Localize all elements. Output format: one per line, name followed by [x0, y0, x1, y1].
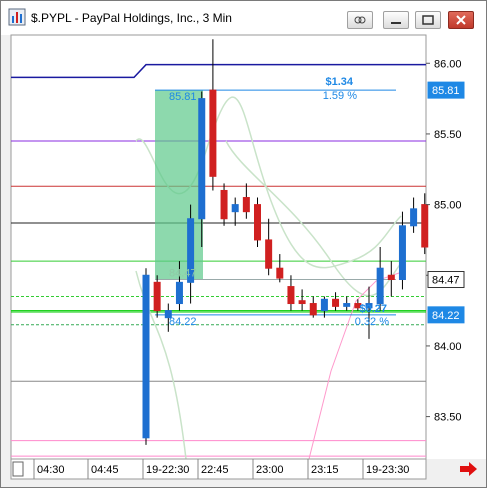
- annotation-high-value: 85.81: [169, 91, 197, 103]
- price-chart[interactable]: $1.34 1.59 % 85.81 84.47 $0.270.32 % 84.22 83.…: [1, 1, 486, 487]
- candle-up[interactable]: [410, 208, 418, 227]
- candle-up[interactable]: [398, 225, 406, 281]
- candle-down[interactable]: [276, 267, 284, 279]
- candle-down[interactable]: [309, 303, 317, 316]
- chart-window: $.PYPL - PayPal Holdings, Inc., 3 Min $1…: [0, 0, 487, 488]
- candle-up[interactable]: [376, 267, 384, 305]
- y-tick-label: 85.00: [434, 200, 462, 212]
- candle-up[interactable]: [142, 274, 150, 439]
- x-tick-label: 23:15: [311, 464, 339, 476]
- candle-up[interactable]: [231, 204, 239, 213]
- annotation-change-percent: 1.59 %: [323, 90, 357, 102]
- plot-area[interactable]: [10, 34, 427, 460]
- y-tick-label: 83.50: [434, 412, 462, 424]
- price-badge-label: 85.81: [432, 85, 460, 97]
- annotation-change-amount-2: $0.27: [359, 303, 387, 315]
- candle-up[interactable]: [175, 281, 183, 305]
- candle-up[interactable]: [320, 298, 328, 312]
- candle-down[interactable]: [209, 89, 217, 177]
- x-tick-label: 19-22:30: [146, 464, 189, 476]
- candle-down[interactable]: [387, 274, 395, 281]
- candle-up[interactable]: [343, 303, 351, 307]
- candle-up[interactable]: [198, 98, 206, 220]
- candle-down[interactable]: [242, 197, 250, 213]
- y-tick-label: 86.00: [434, 58, 462, 70]
- x-tick-label: 23:00: [256, 464, 284, 476]
- x-tick-label: 22:45: [201, 464, 229, 476]
- annotation-change-percent-2: 0.32 %: [355, 316, 389, 328]
- candle-down[interactable]: [298, 300, 306, 305]
- candle-down[interactable]: [287, 286, 295, 305]
- annotation-open-value: 84.47: [169, 268, 197, 280]
- scroll-right-arrow-icon[interactable]: [460, 462, 477, 476]
- candle-down[interactable]: [265, 239, 273, 269]
- y-tick-label: 85.50: [434, 129, 462, 141]
- x-tick-label: 19-23:30: [366, 464, 409, 476]
- candle-down[interactable]: [254, 204, 261, 241]
- measure-box: [155, 90, 203, 280]
- x-tick-label: 04:30: [37, 464, 65, 476]
- candle-down[interactable]: [421, 204, 429, 248]
- candle-down[interactable]: [332, 298, 340, 307]
- price-badge-label: 84.22: [432, 310, 460, 322]
- scroll-box[interactable]: [12, 461, 24, 477]
- y-tick-label: 84.00: [434, 341, 462, 353]
- candle-down[interactable]: [153, 281, 161, 312]
- candle-down[interactable]: [220, 189, 228, 220]
- annotation-low-value: 84.22: [169, 316, 197, 328]
- annotation-change-amount: $1.34: [325, 76, 353, 88]
- x-tick-label: 04:45: [91, 464, 119, 476]
- price-badge-label: 84.47: [432, 275, 460, 287]
